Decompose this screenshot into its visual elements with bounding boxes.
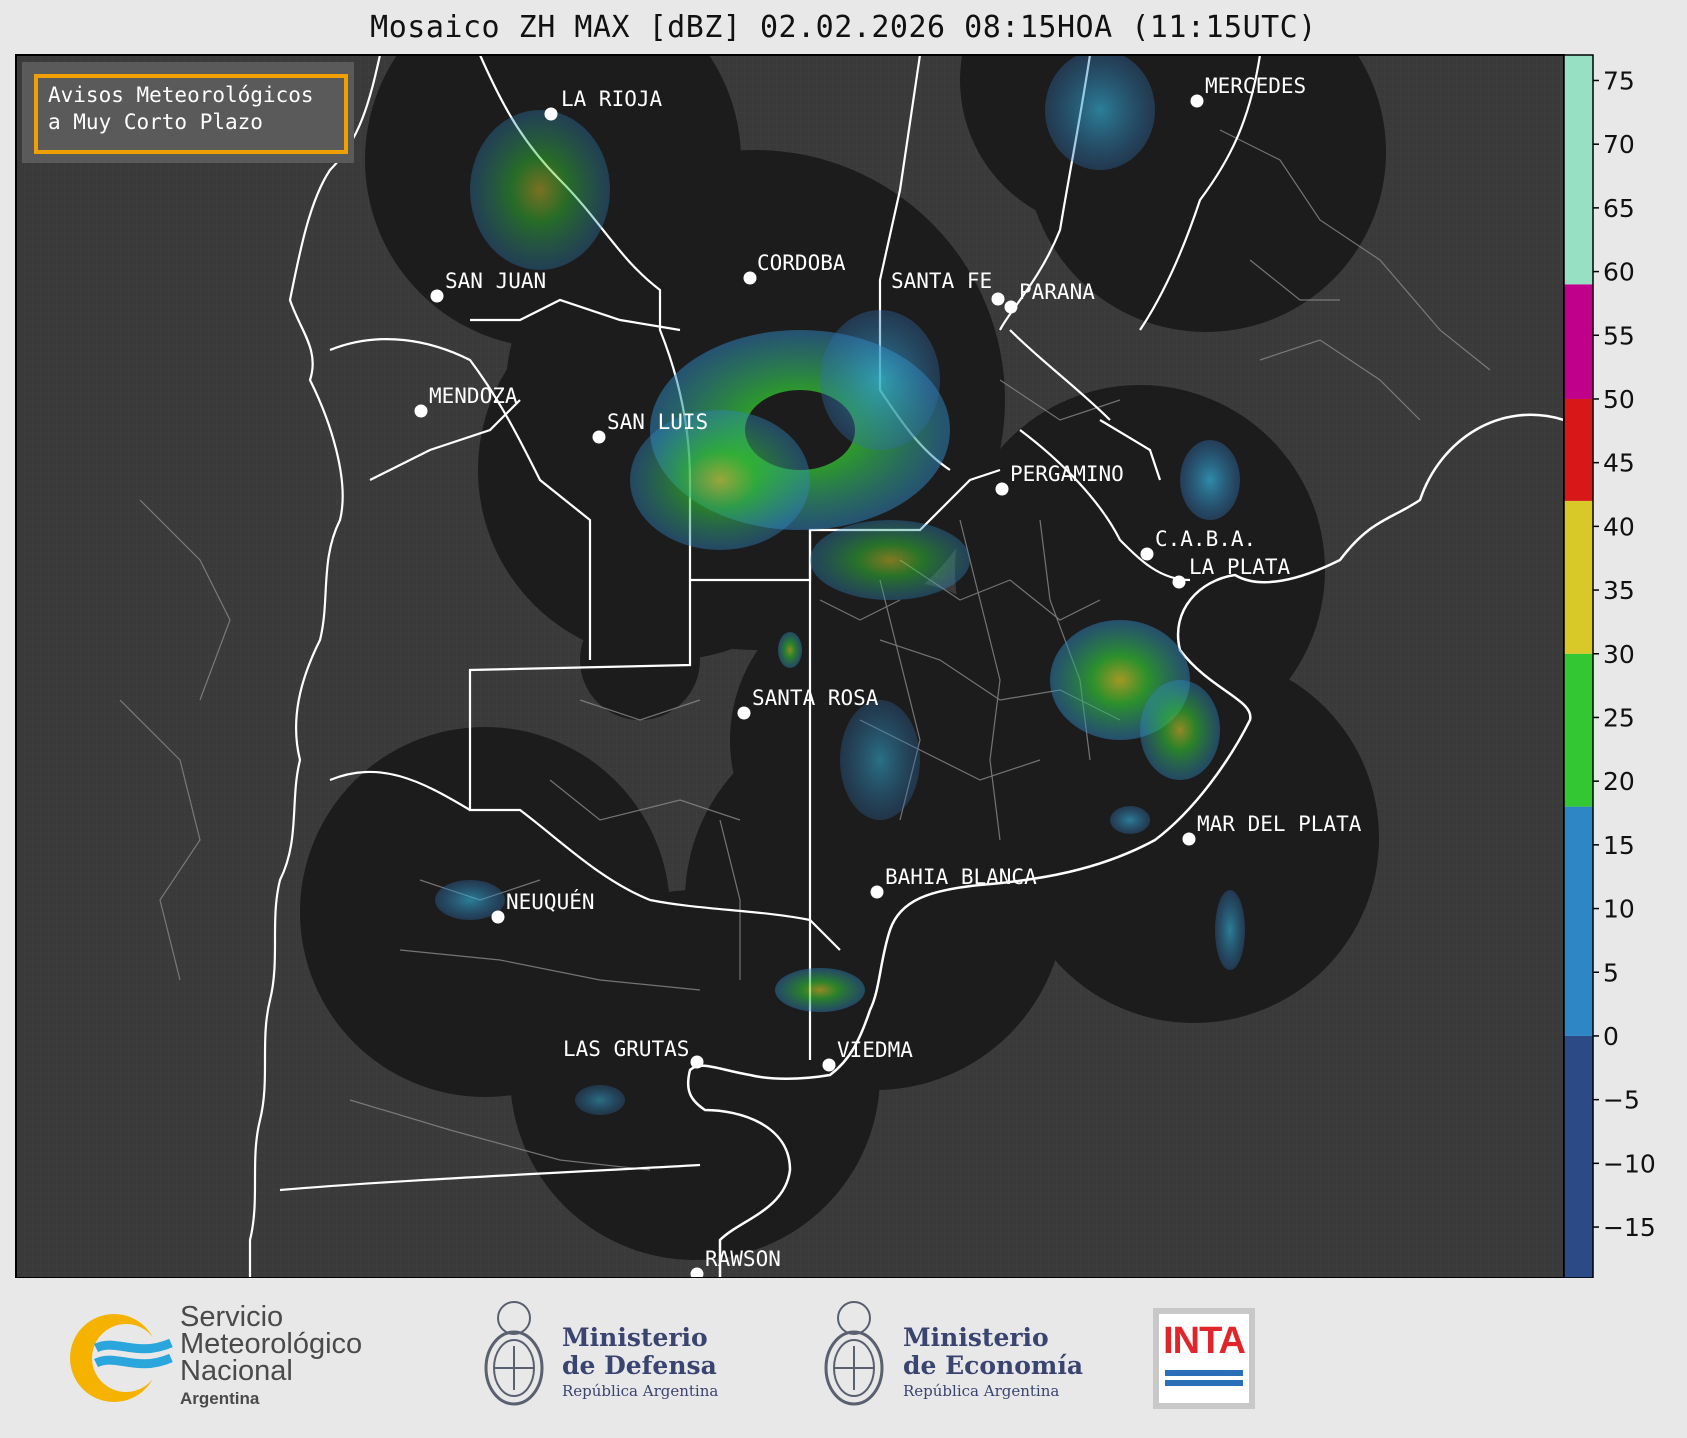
inta-logo-label: INTA	[1163, 1320, 1246, 1362]
defensa-logo-text: Ministerio de Defensa República Argentin…	[562, 1323, 719, 1401]
colorbar-tick-label: 35	[1603, 576, 1635, 605]
colorbar-segment	[1564, 398, 1593, 501]
colorbar-tick-label: 15	[1603, 831, 1635, 860]
city-marker-santa-fe	[991, 292, 1005, 306]
city-marker-viedma	[822, 1058, 836, 1072]
defensa-line-1: Ministerio	[562, 1323, 708, 1352]
alert-line-2: a Muy Corto Plazo	[48, 110, 263, 134]
alert-line-1: Avisos Meteorológicos	[48, 83, 314, 107]
city-label-mar-del-plata: MAR DEL PLATA	[1197, 812, 1362, 836]
city-label-rawson: RAWSON	[705, 1247, 781, 1271]
economia-line-1: Ministerio	[903, 1323, 1049, 1352]
colorbar-tick-label: 0	[1603, 1022, 1619, 1051]
smn-line-3: Nacional	[180, 1355, 293, 1387]
city-label-viedma: VIEDMA	[837, 1038, 913, 1062]
colorbar-tick-label: 45	[1603, 449, 1635, 478]
city-marker-mendoza	[414, 404, 428, 418]
city-label-la-plata: LA PLATA	[1189, 555, 1291, 579]
radar-mosaic-page: Mosaico ZH MAX [dBZ] 02.02.2026 08:15HOA…	[0, 0, 1687, 1438]
economia-line-2: de Economía	[903, 1351, 1084, 1380]
city-marker-la-plata	[1172, 575, 1186, 589]
colorbar-segment	[1564, 1035, 1593, 1278]
defensa-line-3: República Argentina	[562, 1382, 719, 1400]
colorbar-tick-label: −10	[1603, 1149, 1656, 1178]
city-marker-caba	[1140, 547, 1154, 561]
economia-line-3: República Argentina	[903, 1382, 1060, 1400]
colorbar-tick-label: 50	[1603, 385, 1635, 414]
city-marker-parana	[1004, 300, 1018, 314]
city-marker-cordoba	[743, 271, 757, 285]
inta-logo-icon: INTA	[1153, 1308, 1255, 1409]
colorbar-tick-label: 60	[1603, 258, 1635, 287]
colorbar-tick-label: 40	[1603, 512, 1635, 541]
dbz-colorbar	[1564, 55, 1593, 1278]
city-label-pergamino: PERGAMINO	[1010, 462, 1124, 486]
city-label-caba: C.A.B.A.	[1155, 527, 1256, 551]
city-marker-san-juan	[430, 289, 444, 303]
smn-logo-text: Servicio Meteorológico Nacional Argentin…	[180, 1301, 363, 1409]
colorbar-segment	[1564, 653, 1593, 807]
city-marker-neuquen	[491, 910, 505, 924]
smn-line-4: Argentina	[180, 1389, 260, 1408]
colorbar-tick-label: −5	[1603, 1086, 1640, 1115]
colorbar-tick-label: 25	[1603, 703, 1635, 732]
city-label-mendoza: MENDOZA	[429, 384, 518, 408]
smn-logo-icon	[70, 1314, 173, 1402]
colorbar-segment	[1564, 806, 1593, 1036]
city-marker-santa-rosa	[737, 706, 751, 720]
colorbar-tick-label: 55	[1603, 321, 1635, 350]
colorbar-tick-label: −15	[1603, 1213, 1656, 1242]
colorbar-tick-label: 5	[1603, 958, 1619, 987]
colorbar-tick-label: 65	[1603, 194, 1635, 223]
city-label-cordoba: CORDOBA	[757, 251, 846, 275]
economia-logo-text: Ministerio de Economía República Argenti…	[903, 1323, 1084, 1401]
defensa-coat-of-arms-icon	[484, 1301, 544, 1406]
smn-line-1: Servicio	[180, 1301, 284, 1333]
economia-coat-of-arms-icon	[824, 1301, 884, 1406]
smn-line-2: Meteorológico	[180, 1328, 363, 1360]
colorbar-tick-label: 30	[1603, 640, 1635, 669]
city-label-mercedes: MERCEDES	[1205, 74, 1306, 98]
colorbar-segment	[1564, 500, 1593, 654]
city-label-parana: PARANA	[1019, 280, 1095, 304]
city-marker-san-luis	[592, 430, 606, 444]
city-label-santa-fe: SANTA FE	[891, 269, 992, 293]
city-marker-pergamino	[995, 482, 1009, 496]
defensa-line-2: de Defensa	[562, 1351, 717, 1380]
alert-banner[interactable]: Avisos Meteorológicos a Muy Corto Plazo	[22, 62, 354, 163]
colorbar-tick-label: 70	[1603, 130, 1635, 159]
city-label-bahia-blanca: BAHIA BLANCA	[885, 865, 1037, 889]
footer-logos: Servicio Meteorológico Nacional Argentin…	[0, 1278, 1687, 1438]
radar-map: LA RIOJA MERCEDES CORDOBA SAN JUAN SANTA…	[15, 54, 1656, 1278]
colorbar-ticks: 757065605550454035302520151050−5−10−15	[1593, 66, 1656, 1242]
city-label-la-rioja: LA RIOJA	[561, 87, 663, 111]
city-label-san-luis: SAN LUIS	[607, 410, 708, 434]
colorbar-tick-label: 20	[1603, 767, 1635, 796]
colorbar-segment	[1564, 55, 1593, 285]
city-label-san-juan: SAN JUAN	[445, 269, 546, 293]
alert-banner-text[interactable]: Avisos Meteorológicos a Muy Corto Plazo	[34, 74, 348, 154]
city-marker-mar-del-plata	[1182, 832, 1196, 846]
colorbar-segment	[1564, 284, 1593, 399]
colorbar-tick-label: 75	[1603, 66, 1635, 95]
city-label-neuquen: NEUQUÉN	[506, 889, 595, 914]
city-marker-la-rioja	[544, 107, 558, 121]
city-marker-mercedes	[1190, 94, 1204, 108]
colorbar-tick-label: 10	[1603, 895, 1635, 924]
city-label-las-grutas: LAS GRUTAS	[563, 1037, 689, 1061]
city-marker-bahia-blanca	[870, 885, 884, 899]
city-label-santa-rosa: SANTA ROSA	[752, 686, 879, 710]
city-marker-las-grutas	[690, 1055, 704, 1069]
